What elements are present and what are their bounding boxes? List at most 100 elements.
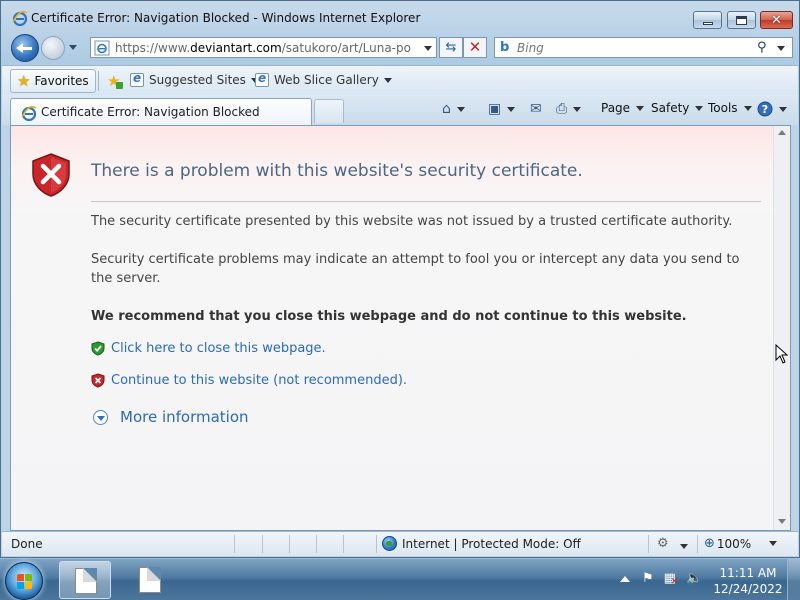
feeds-button[interactable]: ▣ — [488, 101, 516, 117]
globe-icon — [382, 536, 397, 551]
security-zone[interactable]: Internet | Protected Mode: Off — [382, 536, 581, 551]
search-options-dropdown[interactable] — [777, 46, 785, 51]
divider — [697, 535, 698, 553]
new-tab-button[interactable] — [314, 99, 344, 123]
page-menu[interactable]: Page — [601, 101, 645, 115]
chevron-down-icon — [769, 541, 778, 546]
suggested-sites-label: Suggested Sites — [149, 73, 246, 87]
expand-chevron-icon — [93, 409, 108, 425]
address-dropdown-icon[interactable] — [424, 46, 432, 51]
network-icon[interactable]: ▦ — [664, 571, 679, 587]
web-slice-gallery-label: Web Slice Gallery — [274, 73, 379, 87]
search-box[interactable]: b ⚲ — [494, 37, 793, 58]
clock[interactable]: 11:11 AM 12/24/2022 — [712, 565, 784, 597]
separator — [98, 71, 99, 91]
safety-menu[interactable]: Safety — [651, 101, 704, 115]
chevron-down-icon — [779, 106, 787, 112]
continue-to-website-link[interactable]: Continue to this website (not recommende… — [111, 373, 407, 388]
clock-time: 11:11 AM — [719, 566, 777, 580]
address-bar[interactable]: https://www.deviantart.com/satukoro/art/… — [90, 37, 437, 58]
divider — [316, 535, 317, 553]
more-information-label: More information — [120, 408, 249, 426]
red-shield-x-small-icon — [91, 373, 105, 388]
search-input[interactable] — [517, 40, 747, 56]
read-mail-button[interactable]: ✉ — [530, 101, 542, 117]
divider — [376, 535, 377, 553]
zoom-level: 100% — [716, 536, 752, 551]
divider — [262, 535, 263, 553]
taskbar-item-browser[interactable] — [59, 561, 111, 599]
page-icon — [94, 40, 110, 56]
help-icon: ? — [757, 101, 773, 117]
tab-row: Certificate Error: Navigation Blocked ⌂ … — [2, 95, 798, 125]
more-information-toggle[interactable]: More information — [93, 408, 249, 426]
paragraph-security-warning: Security certificate problems may indica… — [91, 252, 740, 286]
web-slice-gallery-link[interactable]: Web Slice Gallery — [255, 71, 392, 87]
page-menu-label: Page — [601, 101, 631, 115]
ie-page-icon — [130, 71, 144, 87]
show-desktop-button[interactable] — [787, 559, 800, 600]
chevron-down-icon — [456, 106, 465, 112]
browser-window: Certificate Error: Navigation Blocked - … — [0, 0, 800, 558]
close-window-button[interactable]: ✕ — [760, 11, 793, 29]
chevron-down-icon — [695, 105, 704, 111]
print-button[interactable]: ⎙ — [556, 101, 582, 117]
maximize-button[interactable] — [727, 11, 756, 29]
ie-icon — [12, 10, 28, 26]
refresh-button[interactable]: ⇆ — [439, 37, 463, 58]
address-text[interactable]: https://www.deviantart.com/satukoro/art/… — [115, 41, 411, 55]
tools-menu[interactable]: Tools — [708, 101, 752, 115]
chevron-down-icon — [507, 106, 516, 112]
favorites-star-icon: ★ — [17, 72, 31, 90]
stop-button[interactable]: ✕ — [463, 37, 487, 58]
chevron-down-icon — [636, 105, 645, 111]
close-webpage-row: Click here to close this webpage. — [91, 341, 326, 356]
minimize-button[interactable] — [693, 11, 722, 29]
minimize-icon — [702, 21, 713, 25]
action-center-flag-icon[interactable]: ⚑ — [642, 571, 654, 586]
continue-row: Continue to this website (not recommende… — [91, 373, 407, 388]
volume-muted-icon[interactable]: 🔈 — [686, 571, 702, 586]
help-button[interactable]: ? — [757, 101, 787, 117]
rss-icon: ▣ — [488, 101, 502, 117]
suggested-sites-link[interactable]: Suggested Sites — [130, 71, 259, 87]
zone-label: Internet | Protected Mode: Off — [402, 536, 581, 551]
close-webpage-link[interactable]: Click here to close this webpage. — [111, 341, 326, 356]
show-hidden-icons-icon[interactable] — [620, 575, 630, 582]
back-button[interactable] — [11, 34, 39, 62]
close-icon: ✕ — [771, 12, 782, 28]
maximize-icon — [736, 15, 747, 25]
divider — [234, 535, 235, 553]
taskbar-item-document[interactable] — [124, 561, 176, 599]
protected-mode-icon[interactable]: ⚙ — [657, 536, 669, 551]
ie-icon — [21, 105, 37, 121]
home-icon: ⌂ — [442, 101, 451, 117]
scroll-up-arrow-icon[interactable] — [778, 130, 786, 135]
search-icon[interactable]: ⚲ — [757, 40, 767, 55]
chevron-down-icon — [383, 77, 392, 83]
favorites-button[interactable]: ★ Favorites — [10, 69, 96, 93]
tab-certificate-error[interactable]: Certificate Error: Navigation Blocked — [10, 98, 312, 125]
add-to-favorites-bar-icon[interactable]: ★ — [107, 72, 124, 90]
forward-button[interactable] — [41, 36, 65, 60]
vertical-scrollbar[interactable] — [773, 126, 790, 530]
divider — [343, 535, 344, 553]
start-button[interactable] — [5, 562, 43, 600]
paragraph-untrusted-authority: The security certificate presented by th… — [91, 214, 733, 229]
home-button[interactable]: ⌂ — [442, 101, 465, 117]
system-tray: ⚑ ▦ 🔈 — [620, 571, 712, 587]
chevron-down-icon[interactable] — [680, 544, 688, 549]
certificate-error-page: There is a problem with this website's s… — [11, 126, 773, 530]
document-icon — [75, 568, 97, 594]
taskbar: ⚑ ▦ 🔈 11:11 AM 12/24/2022 — [0, 558, 800, 600]
document-icon — [139, 567, 161, 593]
svg-text:?: ? — [762, 103, 768, 116]
zoom-control[interactable]: ⊕ 100% — [704, 536, 778, 551]
chevron-down-icon — [573, 106, 582, 112]
printer-icon: ⎙ — [556, 101, 568, 117]
status-bar: Done Internet | Protected Mode: Off ⚙ ⊕ … — [2, 531, 798, 556]
tools-menu-label: Tools — [708, 101, 738, 115]
recent-pages-dropdown[interactable] — [69, 45, 77, 50]
scroll-down-arrow-icon[interactable] — [778, 519, 786, 524]
green-shield-check-icon — [91, 341, 105, 356]
